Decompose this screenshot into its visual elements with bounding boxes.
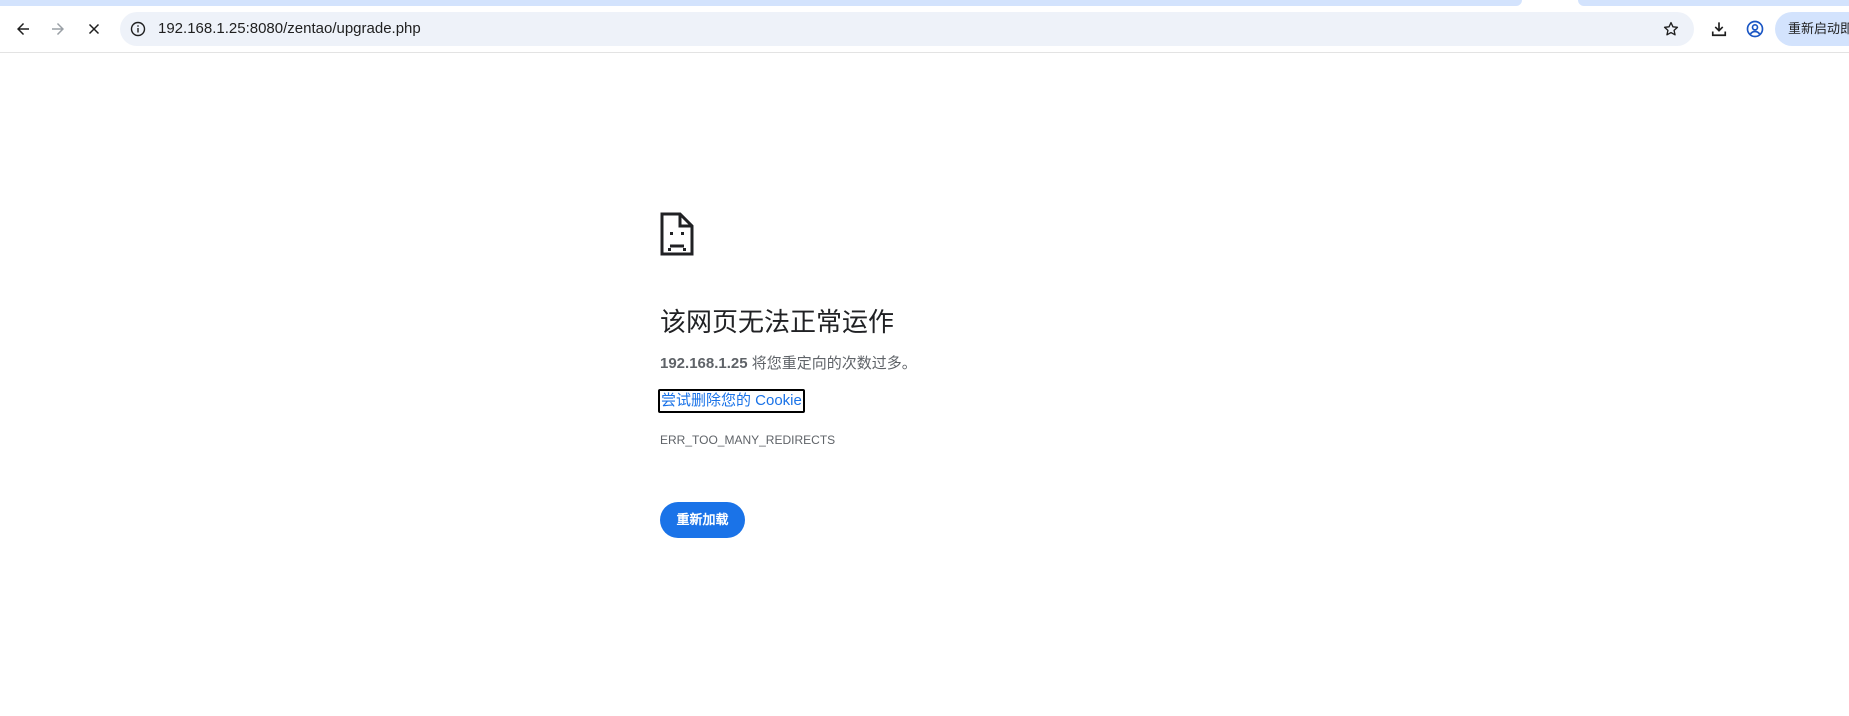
back-button[interactable] <box>7 13 39 45</box>
error-code: ERR_TOO_MANY_REDIRECTS <box>660 433 836 447</box>
url-text[interactable]: 192.168.1.25:8080/zentao/upgrade.php <box>158 12 421 46</box>
profile-avatar-icon[interactable] <box>1745 19 1765 39</box>
clear-cookies-link[interactable]: 尝试删除您的 Cookie <box>658 389 805 413</box>
forward-button[interactable] <box>42 13 74 45</box>
bookmark-star-icon[interactable] <box>1662 20 1680 38</box>
download-icon[interactable] <box>1709 19 1729 39</box>
info-icon[interactable] <box>130 21 146 37</box>
close-icon <box>88 23 100 35</box>
stop-loading-button[interactable] <box>78 13 110 45</box>
error-heading: 该网页无法正常运作 <box>660 307 895 337</box>
browser-toolbar: 192.168.1.25:8080/zentao/upgrade.php 重新启… <box>0 6 1849 53</box>
address-bar[interactable]: 192.168.1.25:8080/zentao/upgrade.php <box>120 12 1694 46</box>
reload-button[interactable]: 重新加载 <box>660 502 745 538</box>
error-message: 192.168.1.25 将您重定向的次数过多。 <box>660 352 917 373</box>
error-description: 将您重定向的次数过多。 <box>747 355 917 372</box>
arrow-right-icon <box>52 23 64 35</box>
sad-page-icon <box>660 212 694 256</box>
restart-to-update-button[interactable]: 重新启动即 <box>1775 12 1849 46</box>
error-host: 192.168.1.25 <box>660 355 748 372</box>
arrow-left-icon <box>17 23 29 35</box>
